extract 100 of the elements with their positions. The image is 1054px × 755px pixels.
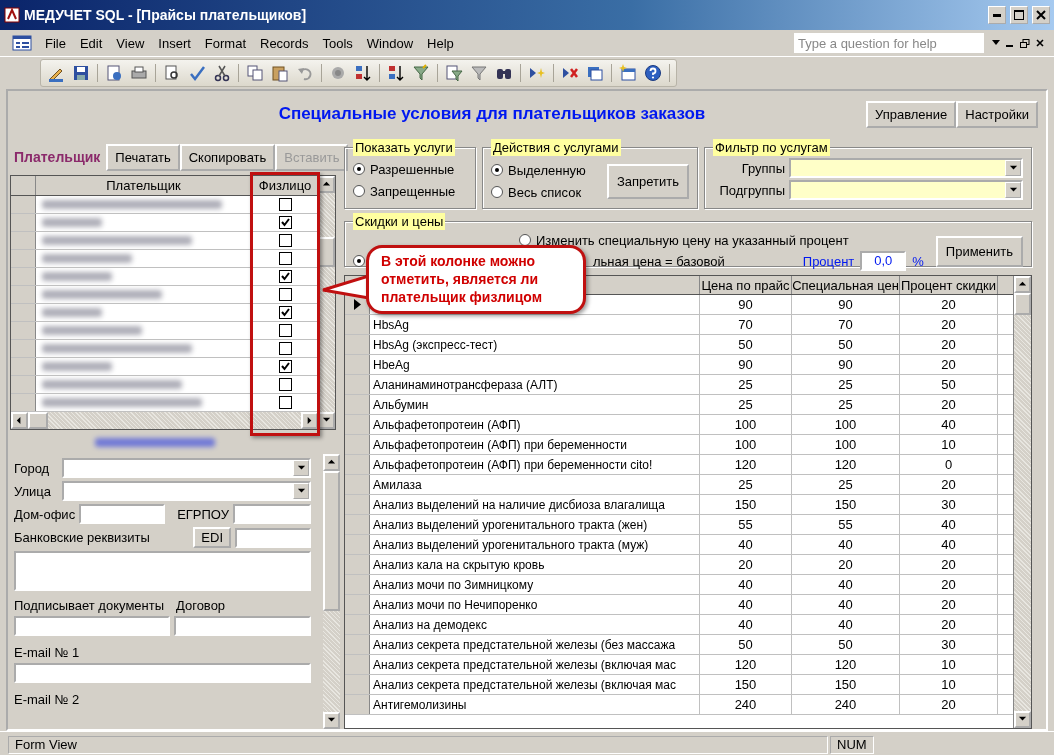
input-field[interactable] [14, 663, 311, 683]
column-header[interactable]: Физлицо [252, 176, 318, 195]
radio-label[interactable]: Разрешенные [370, 161, 455, 177]
table-cell: 20 [900, 395, 998, 414]
form-title: Специальные условия для плательщиков заказов [277, 104, 707, 124]
checkbox[interactable] [278, 216, 292, 229]
checkbox[interactable] [278, 378, 292, 391]
scroll-up-button[interactable] [323, 454, 340, 471]
radio-button[interactable] [491, 186, 503, 198]
table-cell: 40 [900, 515, 998, 534]
status-indicator: NUM [830, 735, 874, 754]
dropdown-button[interactable] [293, 460, 309, 476]
edi-button[interactable]: EDI [193, 527, 231, 548]
checkbox[interactable] [278, 198, 292, 211]
scroll-left-button[interactable] [11, 412, 28, 429]
menu-item[interactable]: Insert [151, 33, 198, 53]
table-cell: 20 [900, 475, 998, 494]
radio-button[interactable] [519, 234, 531, 246]
checkbox[interactable] [278, 342, 292, 355]
close-button[interactable] [1032, 6, 1050, 24]
menu-item[interactable]: Help [420, 33, 461, 53]
input-field[interactable] [235, 527, 311, 548]
table-cell: 20 [900, 615, 998, 634]
column-header[interactable]: Специальная цен [792, 276, 900, 294]
nav-button[interactable]: Управление [865, 100, 957, 128]
radio-button[interactable] [353, 163, 365, 175]
help-icon[interactable] [642, 62, 664, 84]
maximize-button[interactable] [1010, 6, 1028, 24]
nav-button[interactable]: Настройки [956, 100, 1038, 128]
column-header[interactable]: Цена по прайс [700, 276, 792, 294]
filter-form-icon[interactable] [443, 62, 465, 84]
percent-field[interactable]: 0,0 [860, 251, 907, 271]
apply-button[interactable]: Применить [935, 235, 1023, 267]
column-header[interactable]: Процент скидки [900, 276, 998, 294]
dropdown-button[interactable] [1005, 182, 1021, 198]
payer-label: Плательщик [13, 149, 102, 165]
field-label: Процент [802, 253, 855, 269]
checkbox[interactable] [278, 270, 292, 283]
restore-icon[interactable] [1020, 38, 1030, 48]
input-field[interactable] [14, 616, 170, 636]
radio-button[interactable] [353, 255, 365, 267]
table-cell: 40 [700, 575, 792, 594]
action-button[interactable]: Скопировать [179, 143, 276, 171]
minimize-button[interactable] [988, 6, 1006, 24]
table-cell: Антигемолизины [373, 697, 467, 712]
checkbox[interactable] [278, 324, 292, 337]
table-cell: Анализ мочи по Нечипоренко [373, 597, 538, 612]
checkbox[interactable] [278, 360, 292, 373]
radio-label[interactable]: Изменить специальную цену на указанный процент [536, 232, 849, 248]
checkbox[interactable] [278, 396, 292, 409]
scroll-thumb[interactable] [28, 412, 48, 429]
table-cell: 30 [900, 495, 998, 514]
dropdown-arrow-icon[interactable] [992, 40, 1000, 46]
scroll-down-button[interactable] [1014, 711, 1031, 728]
form-icon[interactable] [12, 35, 32, 51]
dropdown-button[interactable] [1005, 160, 1021, 176]
checkbox[interactable] [278, 306, 292, 319]
table-cell: 150 [700, 495, 792, 514]
action-button[interactable]: Печатать [106, 143, 180, 171]
menu-item[interactable]: Window [359, 33, 421, 53]
close-icon[interactable] [1036, 39, 1044, 47]
table-cell: Амилаза [373, 477, 422, 492]
checkbox[interactable] [278, 252, 292, 265]
radio-label[interactable]: льная цена = базовой [593, 253, 725, 269]
scroll-thumb[interactable] [323, 471, 340, 611]
radio-label[interactable]: Весь список [508, 184, 582, 200]
menu-item[interactable]: Edit [72, 33, 110, 53]
input-field[interactable] [232, 504, 311, 524]
prohibit-button[interactable]: Запретить [606, 163, 689, 199]
text-area[interactable] [14, 551, 311, 591]
menu-item[interactable]: Tools [315, 33, 360, 53]
input-field[interactable] [174, 616, 311, 636]
radio-label[interactable]: Запрещенные [370, 183, 456, 199]
scroll-thumb[interactable] [1014, 293, 1031, 315]
table-cell: 25 [700, 475, 792, 494]
scroll-up-button[interactable] [1014, 276, 1031, 293]
checkbox[interactable] [278, 234, 292, 247]
table-cell: 240 [792, 695, 900, 714]
help-search-field[interactable]: Type a question for help [794, 33, 984, 53]
table-cell: 20 [900, 315, 998, 334]
menu-item[interactable]: Format [197, 33, 253, 53]
table-cell: 100 [792, 435, 900, 454]
checkbox[interactable] [278, 288, 292, 301]
blurred-name [42, 218, 102, 227]
table-cell: Альфафетопротеин (АФП) при беременности cito! [373, 457, 653, 472]
copy-icon[interactable] [244, 62, 266, 84]
status-text: Form View [8, 735, 828, 754]
table-cell: 40 [792, 595, 900, 614]
radio-button[interactable] [491, 164, 503, 176]
table-cell: 40 [700, 535, 792, 554]
radio-label[interactable]: Выделенную [508, 162, 586, 178]
menu-item[interactable]: View [109, 33, 152, 53]
table-cell: 40 [700, 595, 792, 614]
menu-item[interactable]: Records [253, 33, 316, 53]
column-header[interactable]: Плательщик [36, 176, 252, 195]
menu-item[interactable]: File [38, 33, 73, 53]
dropdown-button[interactable] [293, 483, 309, 499]
scroll-down-button[interactable] [323, 712, 340, 729]
radio-button[interactable] [353, 185, 365, 197]
input-field[interactable] [79, 504, 166, 524]
